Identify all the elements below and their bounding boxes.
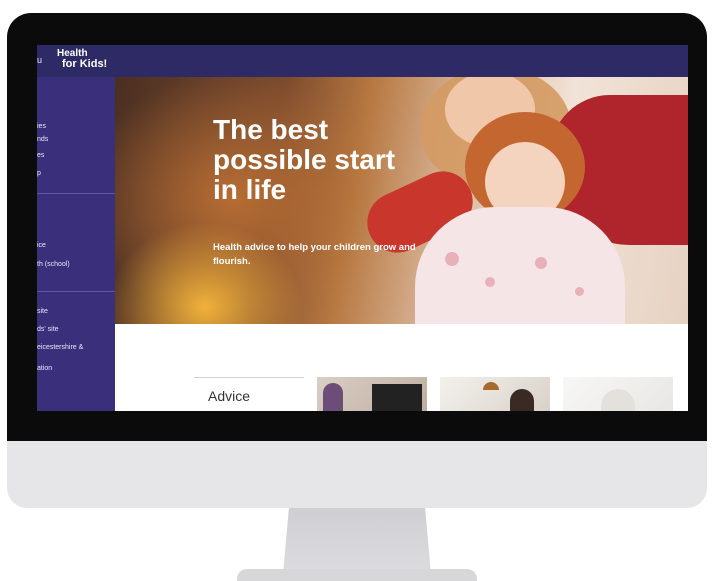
sidebar-menu: ies nds es p ice th (school) site ds' si… [37, 77, 115, 411]
advice-heading: Advice [208, 388, 251, 404]
sidebar-item[interactable]: site [37, 308, 48, 315]
card-photo [372, 384, 422, 411]
hero-title: The best possible start in life [213, 115, 443, 205]
sidebar-item[interactable]: p [37, 170, 41, 177]
advice-card[interactable] [563, 377, 673, 411]
sidebar-item[interactable]: es [37, 152, 44, 159]
sidebar-item[interactable]: ation [37, 365, 52, 372]
advice-card[interactable] [440, 377, 550, 411]
health-for-kids-logo[interactable]: Health for Kids! [57, 49, 108, 70]
advice-card[interactable] [317, 377, 427, 411]
monitor-stand-base [237, 569, 477, 581]
floral-pattern [535, 257, 547, 269]
monitor-stand [283, 508, 431, 574]
logo-line-2: for Kids! [62, 58, 108, 70]
floral-pattern [485, 277, 495, 287]
card-photo [601, 389, 635, 411]
hero-banner: The best possible start in life Health a… [115, 77, 688, 324]
site-header: u Health for Kids! [37, 45, 688, 77]
card-photo [323, 383, 343, 411]
card-photo [510, 389, 534, 411]
sidebar-item[interactable]: ice [37, 242, 46, 249]
sidebar-divider [37, 193, 115, 194]
sidebar-item[interactable]: th (school) [37, 261, 70, 268]
hero-subtitle: Health advice to help your children grow… [213, 242, 416, 267]
floral-pattern [575, 287, 584, 296]
hero-title-line: in life [213, 174, 287, 205]
sidebar-item[interactable]: ds' site [37, 326, 59, 333]
sidebar-divider [37, 291, 115, 292]
sidebar-item[interactable]: nds [37, 136, 48, 143]
menu-button[interactable]: u [37, 55, 42, 65]
advice-section: Advice [194, 377, 304, 411]
website-screen: u Health for Kids! ies nds es p ice th (… [37, 45, 688, 411]
hero-title-line: The best [213, 114, 329, 145]
sidebar-item[interactable]: ies [37, 123, 46, 130]
monitor-chin [7, 441, 707, 508]
card-photo [483, 382, 499, 390]
hero-title-line: possible start [213, 144, 396, 175]
sidebar-item[interactable]: eicestershire & [37, 344, 83, 351]
